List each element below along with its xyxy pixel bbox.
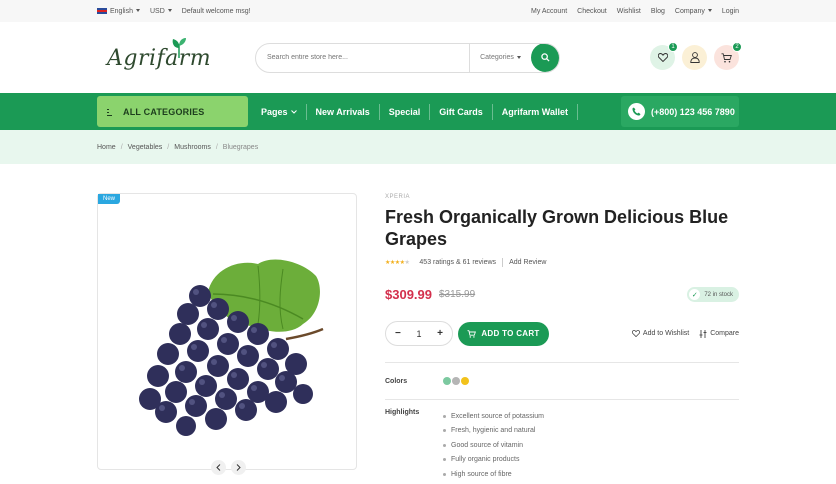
compare-link[interactable]: Compare — [699, 329, 739, 338]
highlight-item: Excellent source of potassium — [443, 409, 544, 424]
top-link-blog[interactable]: Blog — [651, 8, 665, 15]
nav-item-special[interactable]: Special — [380, 103, 431, 120]
product-section: New XPERIA Fresh Organically Grown Delic… — [0, 164, 836, 484]
highlight-item: Fully organic products — [443, 453, 544, 468]
breadcrumb: Home / Vegetables / Mushrooms / Bluegrap… — [0, 130, 836, 164]
nav-item-pages[interactable]: Pages — [261, 103, 307, 120]
color-swatch-green[interactable] — [443, 377, 451, 385]
site-header: Agrifarm Categories 1 2 — [0, 22, 836, 93]
color-options: Colors — [385, 363, 739, 399]
top-link-login[interactable]: Login — [722, 8, 739, 15]
currency-selector[interactable]: USD — [150, 8, 172, 15]
caret-down-icon — [516, 56, 521, 59]
compare-icon — [699, 329, 707, 338]
all-categories-button[interactable]: ALL CATEGORIES — [97, 96, 248, 127]
cart-icon — [721, 52, 732, 62]
cart-count-badge: 2 — [732, 42, 742, 52]
gallery-prev-button[interactable] — [211, 460, 226, 475]
cart-button[interactable]: 2 — [714, 42, 742, 70]
breadcrumb-mushrooms[interactable]: Mushrooms — [174, 144, 211, 151]
highlight-item: High source of fibre — [443, 467, 544, 482]
account-button[interactable] — [682, 45, 707, 70]
menu-bars-icon — [107, 108, 112, 116]
top-link-checkout[interactable]: Checkout — [577, 8, 607, 15]
highlights-label: Highlights — [385, 409, 420, 416]
wishlist-count-badge: 1 — [668, 42, 678, 52]
welcome-message: Default welcome msg! — [181, 7, 251, 15]
caret-down-icon — [707, 9, 712, 13]
product-image[interactable] — [98, 214, 356, 464]
gallery-next-button[interactable] — [231, 460, 246, 475]
divider — [385, 399, 739, 400]
breadcrumb-home[interactable]: Home — [97, 144, 116, 151]
chevron-right-icon — [236, 464, 241, 471]
top-bar: English USD Default welcome msg! My Acco… — [0, 0, 836, 22]
quantity-value[interactable]: 1 — [416, 329, 421, 339]
leaf-icon — [172, 37, 186, 58]
top-link-company[interactable]: Company — [675, 8, 712, 15]
phone-icon — [628, 103, 645, 120]
nav-item-new-arrivals[interactable]: New Arrivals — [307, 103, 380, 120]
top-link-my-account[interactable]: My Account — [531, 8, 567, 15]
product-brand[interactable]: XPERIA — [385, 194, 739, 200]
ratings-count: 453 ratings & 61 reviews — [419, 259, 497, 266]
chevron-down-icon — [290, 109, 297, 114]
nav-item-agrifarm-wallet[interactable]: Agrifarm Wallet — [493, 103, 578, 120]
wishlist-button[interactable]: 1 — [650, 42, 678, 70]
category-select[interactable]: Categories — [469, 43, 531, 72]
stock-badge: ✓ 72 in stock — [687, 287, 739, 302]
search-icon — [541, 53, 550, 62]
add-review-link[interactable]: Add Review — [509, 259, 546, 266]
search-bar: Categories — [255, 42, 560, 73]
chevron-left-icon — [216, 464, 221, 471]
site-logo[interactable]: Agrifarm — [97, 36, 211, 80]
language-selector[interactable]: English — [97, 8, 140, 15]
add-to-cart-button[interactable]: ADD TO CART — [458, 321, 549, 346]
highlight-item: Good source of vitamin — [443, 438, 544, 453]
nav-item-gift-cards[interactable]: Gift Cards — [430, 103, 493, 120]
uk-flag-icon — [97, 7, 107, 14]
heart-icon — [657, 53, 668, 62]
caret-down-icon — [167, 9, 172, 13]
search-input[interactable] — [256, 54, 469, 61]
color-swatch-gray[interactable] — [452, 377, 460, 385]
decrease-qty-button[interactable]: − — [395, 328, 401, 339]
old-price: $315.99 — [439, 289, 476, 300]
add-to-wishlist-link[interactable]: Add to Wishlist — [631, 330, 689, 338]
product-title: Fresh Organically Grown Delicious Blue G… — [385, 207, 729, 249]
user-icon — [689, 52, 700, 63]
rating-stars: ★★★★★ — [385, 260, 410, 266]
quantity-stepper: − 1 + — [385, 321, 453, 346]
check-icon: ✓ — [689, 289, 701, 300]
color-swatch-yellow[interactable] — [461, 377, 469, 385]
cart-icon — [467, 329, 477, 338]
caret-down-icon — [135, 9, 140, 13]
new-badge: New — [98, 194, 121, 204]
heart-icon — [631, 330, 640, 337]
breadcrumb-current: Bluegrapes — [222, 143, 259, 151]
main-nav: ALL CATEGORIES Pages New Arrivals Specia… — [0, 93, 836, 130]
highlight-item: Fresh, hygienic and natural — [443, 424, 544, 439]
search-button[interactable] — [531, 43, 559, 72]
product-price: $309.99 — [385, 287, 432, 302]
colors-label: Colors — [385, 377, 408, 385]
product-gallery: New — [97, 193, 357, 475]
top-link-wishlist[interactable]: Wishlist — [617, 8, 641, 15]
increase-qty-button[interactable]: + — [437, 328, 443, 339]
product-info: XPERIA Fresh Organically Grown Delicious… — [385, 194, 739, 482]
phone-contact[interactable]: (+800) 123 456 7890 — [621, 96, 739, 127]
breadcrumb-vegetables[interactable]: Vegetables — [128, 144, 163, 151]
highlights: Highlights Excellent source of potassium… — [385, 409, 739, 482]
